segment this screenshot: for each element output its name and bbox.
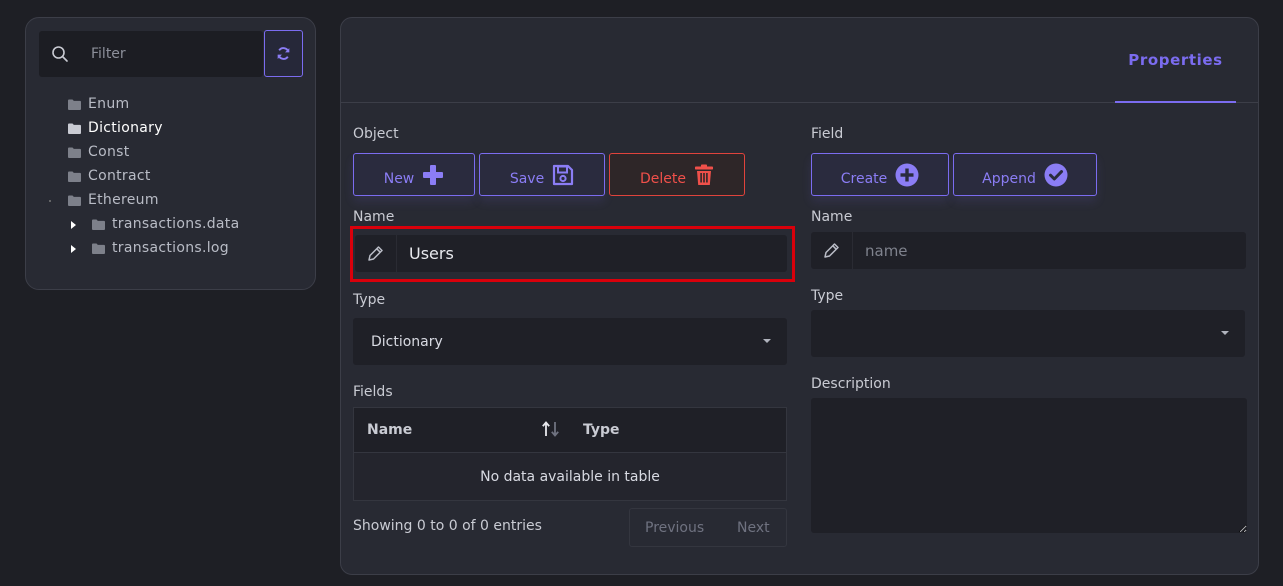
save-button[interactable]: Save	[479, 153, 605, 196]
refresh-icon	[277, 47, 290, 60]
object-section-label: Object	[353, 126, 399, 142]
tree-item-label: Ethereum	[88, 192, 159, 208]
tree-item-label: Contract	[88, 168, 151, 184]
refresh-button[interactable]	[264, 30, 303, 77]
plus-icon	[423, 164, 444, 185]
delete-button-label: Delete	[640, 170, 686, 187]
folder-icon	[92, 219, 105, 230]
field-name-input[interactable]	[853, 232, 1243, 269]
object-type-select[interactable]: Dictionary	[353, 318, 787, 365]
pencil-icon	[355, 235, 397, 272]
table-empty-message: No data available in table	[480, 469, 660, 485]
tree-item-ethereum[interactable]: Ethereum	[68, 190, 159, 210]
folder-icon	[68, 171, 81, 182]
new-button-label: New	[383, 170, 415, 187]
description-label: Description	[811, 376, 891, 392]
pagination-info: Showing 0 to 0 of 0 entries	[353, 518, 542, 534]
dropdown-arrow-icon	[1221, 331, 1229, 335]
description-textarea[interactable]	[811, 398, 1247, 533]
object-name-field	[355, 235, 787, 272]
filter-box	[39, 31, 263, 77]
tree-item-enum[interactable]: Enum	[68, 94, 129, 114]
filter-input[interactable]	[81, 31, 263, 77]
next-page-button[interactable]: Next	[737, 520, 770, 536]
tree-item-transactions-log[interactable]: transactions.log	[92, 238, 229, 258]
field-name-label: Name	[811, 209, 853, 225]
tree-item-dictionary[interactable]: Dictionary	[68, 118, 163, 138]
column-header-type[interactable]: Type	[583, 422, 620, 438]
fields-label: Fields	[353, 384, 393, 400]
fields-table: Name Type No data available in table	[353, 407, 787, 501]
tree-item-label: transactions.log	[112, 240, 229, 256]
dropdown-arrow-icon	[763, 339, 771, 343]
table-header: Name Type	[354, 408, 786, 453]
field-type-label: Type	[811, 288, 844, 304]
tree-item-label: Const	[88, 144, 130, 160]
folder-icon	[68, 195, 81, 206]
append-button-label: Append	[982, 170, 1036, 187]
search-icon	[39, 31, 81, 77]
save-button-label: Save	[509, 170, 545, 187]
expand-arrow-icon[interactable]	[71, 245, 76, 253]
floppy-disk-icon	[553, 164, 574, 185]
delete-button[interactable]: Delete	[609, 153, 745, 196]
previous-page-button[interactable]: Previous	[645, 520, 704, 536]
trash-icon	[695, 164, 713, 185]
tab-properties[interactable]: Properties	[1115, 18, 1236, 103]
column-header-name[interactable]: Name	[367, 422, 412, 438]
field-type-select[interactable]	[811, 310, 1245, 357]
tabs-bar: Properties	[341, 18, 1258, 103]
pagination: Previous Next	[629, 508, 787, 547]
check-circle-icon	[1044, 163, 1068, 186]
tree-item-label: Dictionary	[88, 120, 163, 136]
tree-item-label: transactions.data	[112, 216, 240, 232]
tree-panel: Enum Dictionary Const Contract Ethereum …	[25, 17, 316, 290]
field-section-label: Field	[811, 126, 844, 142]
pencil-icon	[811, 232, 853, 269]
folder-icon	[92, 243, 105, 254]
folder-icon	[68, 147, 81, 158]
tree-item-transactions-data[interactable]: transactions.data	[92, 214, 239, 234]
object-type-label: Type	[353, 292, 386, 308]
folder-icon	[68, 123, 81, 134]
folder-icon	[68, 99, 81, 110]
plus-circle-icon	[895, 163, 919, 186]
object-type-value: Dictionary	[371, 333, 443, 350]
append-button[interactable]: Append	[953, 153, 1097, 196]
object-name-label: Name	[353, 209, 395, 225]
sort-icon[interactable]	[541, 420, 561, 438]
new-button[interactable]: New	[353, 153, 475, 196]
create-button[interactable]: Create	[811, 153, 949, 196]
expand-arrow-icon[interactable]	[71, 221, 76, 229]
tree-item-const[interactable]: Const	[68, 142, 130, 162]
object-name-input[interactable]	[397, 235, 777, 272]
create-button-label: Create	[840, 170, 888, 187]
tree-expander-dot	[49, 200, 51, 202]
tree-item-contract[interactable]: Contract	[68, 166, 151, 186]
properties-panel: Properties Object New Save Delete Name T…	[340, 17, 1259, 575]
tree-item-label: Enum	[88, 96, 130, 112]
field-name-field	[811, 232, 1246, 269]
